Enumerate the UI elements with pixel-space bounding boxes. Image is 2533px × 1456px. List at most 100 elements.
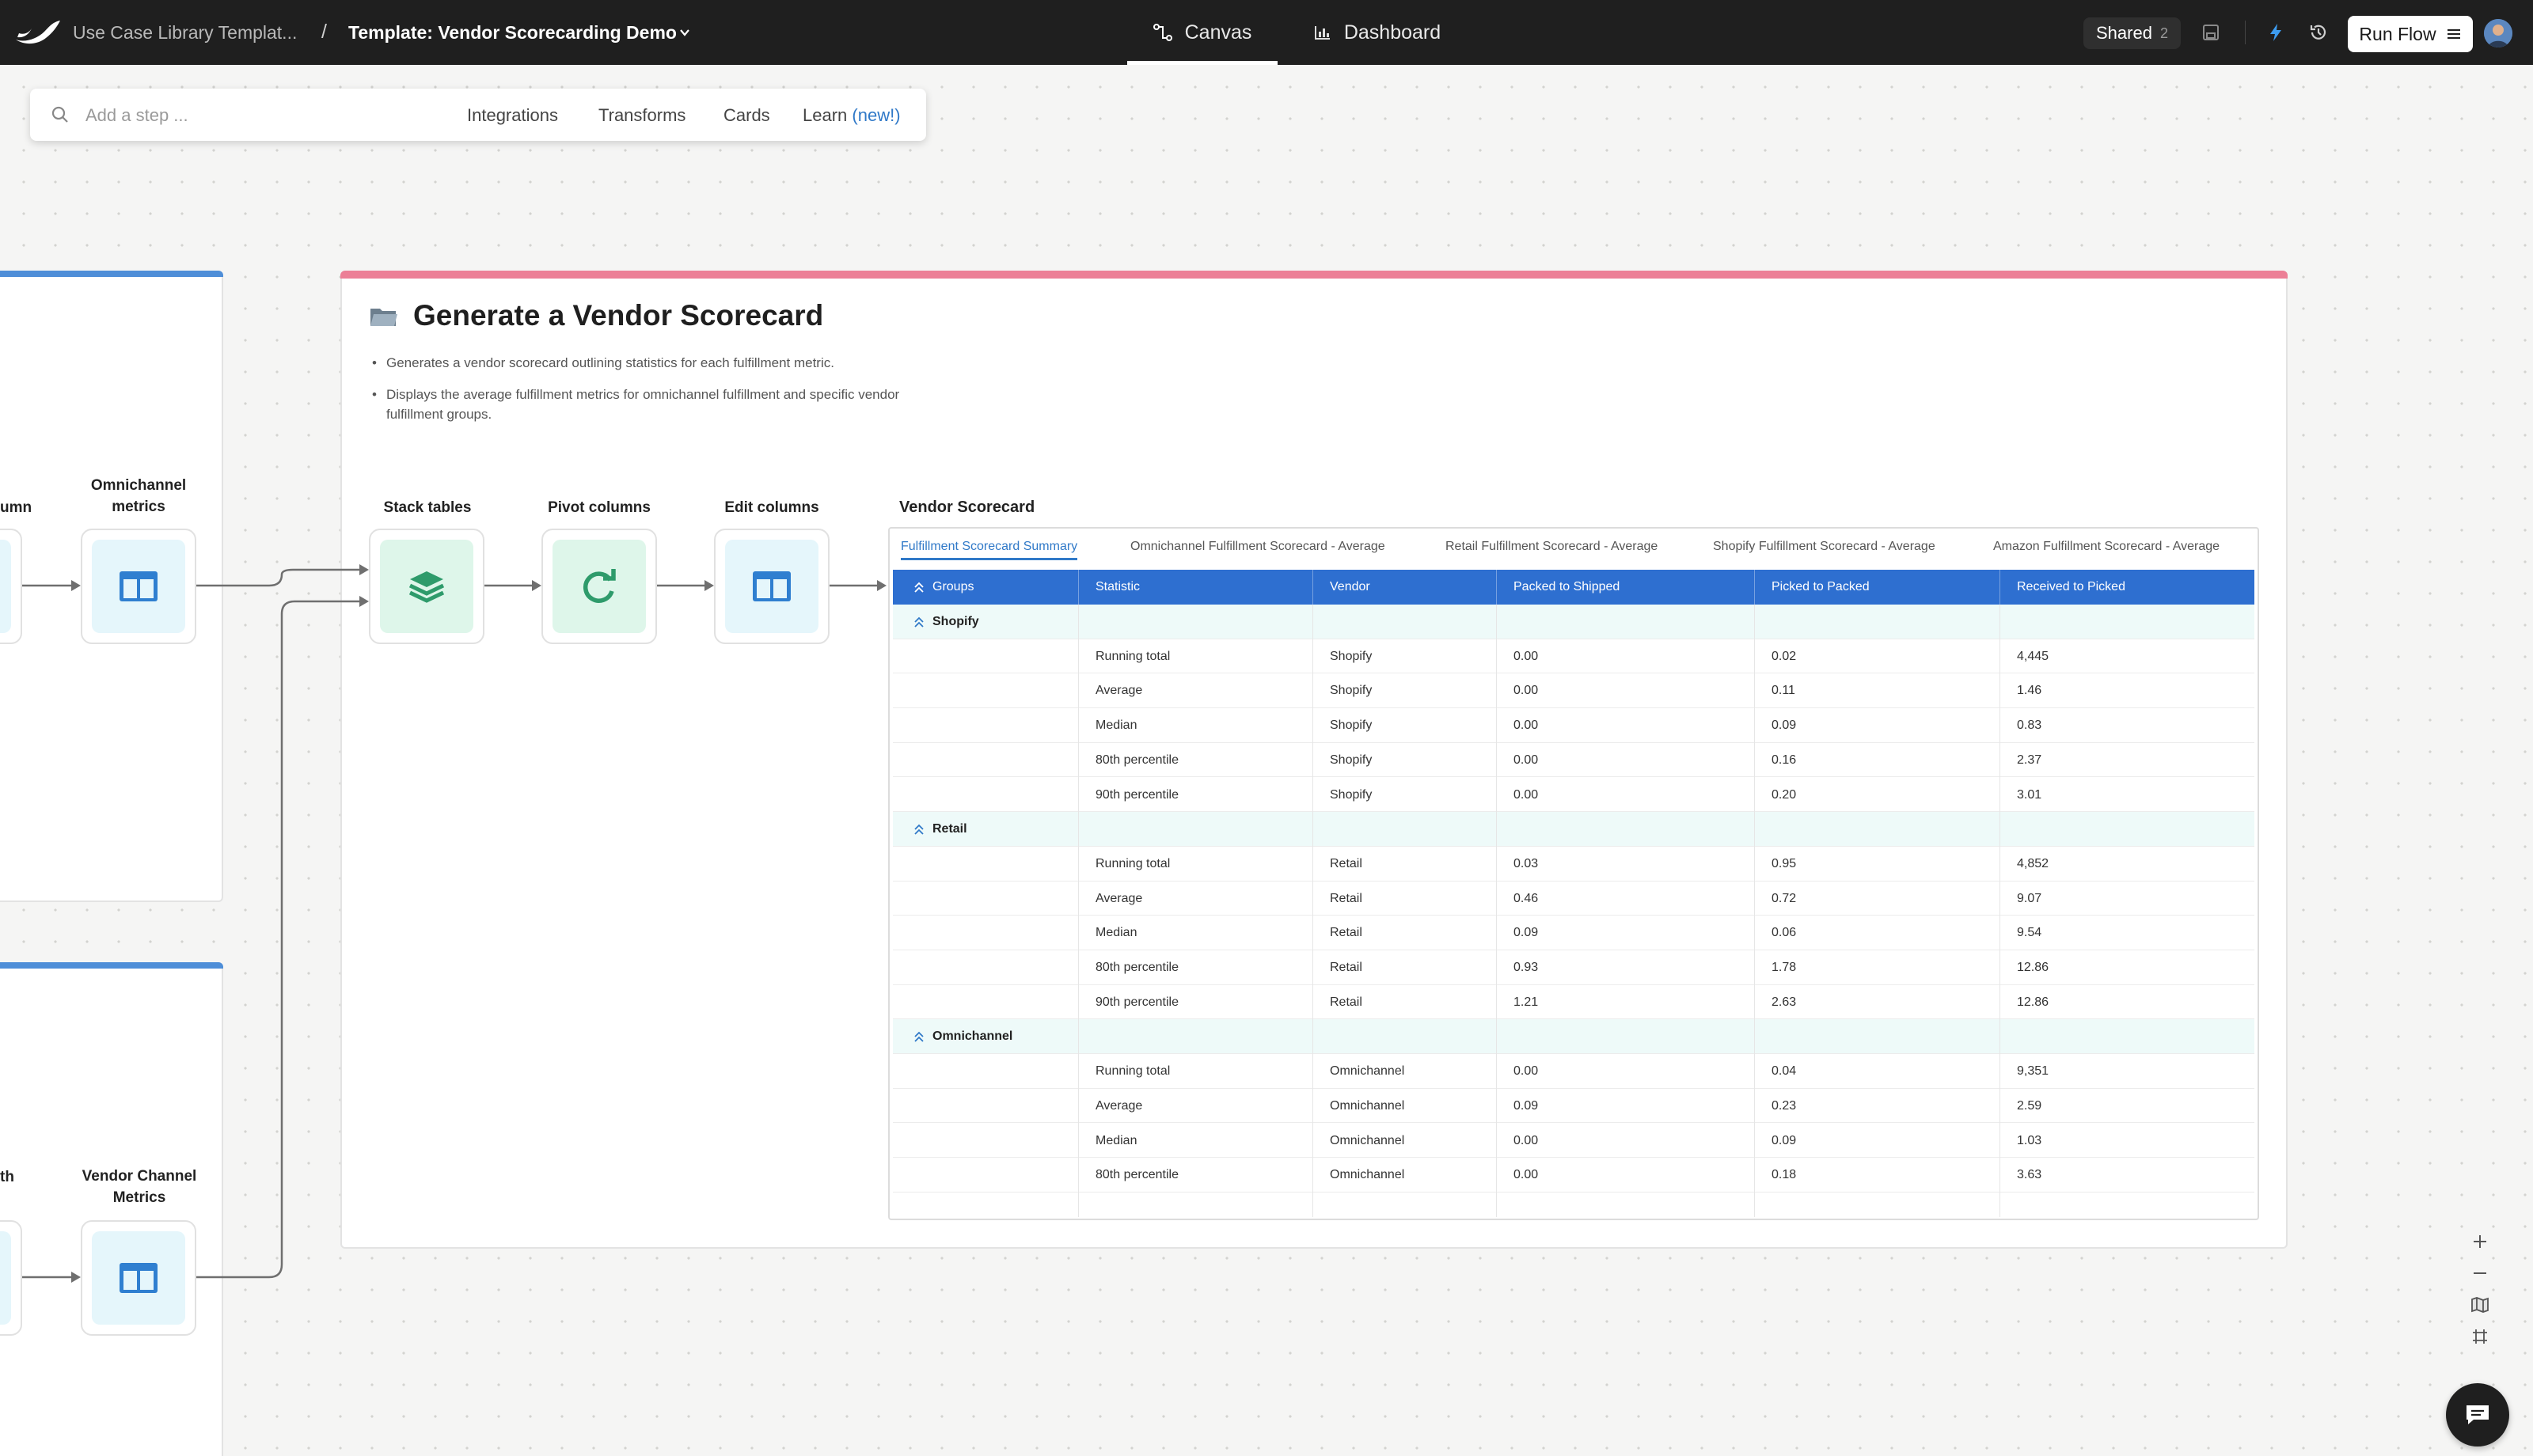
column-divider <box>1496 605 1497 1217</box>
table-row[interactable]: Median Omnichannel 0.00 0.09 1.03 <box>893 1124 2254 1158</box>
table-row[interactable]: 80th percentile Omnichannel 0.00 0.18 3.63 <box>893 1158 2254 1192</box>
table-cell: 9,351 <box>2017 1064 2049 1079</box>
table-row[interactable]: 90th percentile Retail 1.21 2.63 12.86 <box>893 985 2254 1020</box>
table-cell: 90th percentile <box>1096 995 1179 1009</box>
table-row[interactable]: Median Shopify 0.00 0.09 0.83 <box>893 708 2254 743</box>
refresh-icon <box>583 569 616 603</box>
layers-icon <box>408 571 445 603</box>
node-label-partial-bottom: th <box>0 1169 14 1185</box>
table-cell: 0.09 <box>1772 1133 1797 1147</box>
table-row[interactable]: Running total Shopify 0.00 0.02 4,445 <box>893 639 2254 674</box>
table-cell: Omnichannel <box>1330 1098 1405 1113</box>
chat-icon <box>2467 1405 2489 1424</box>
table-row[interactable]: 80th percentile Retail 0.93 1.78 12.86 <box>893 950 2254 985</box>
table-row[interactable]: Average Shopify 0.00 0.11 1.46 <box>893 673 2254 709</box>
table-cell: 1.78 <box>1772 961 1797 974</box>
column-header-packed-to-shipped[interactable]: Packed to Shipped <box>1513 570 1620 605</box>
node-vendor-channel-metrics[interactable] <box>81 1220 196 1336</box>
table-cell: 0.00 <box>1513 753 1539 767</box>
table-cell: Running total <box>1096 856 1171 870</box>
table-cell: Average <box>1096 891 1143 905</box>
table-row[interactable]: Median Retail 0.09 0.06 9.54 <box>893 916 2254 950</box>
table-cell: 3.63 <box>2017 1168 2042 1182</box>
table-cell: 2.63 <box>1772 995 1797 1009</box>
sort-icon[interactable] <box>913 581 925 593</box>
column-header-groups[interactable]: Groups <box>932 570 974 605</box>
node-label-vendor-channel: Vendor Channel Metrics <box>82 1168 197 1206</box>
table-cell: Retail <box>1330 926 1362 940</box>
minimap-button[interactable] <box>2459 1290 2501 1320</box>
tab-omnichannel-average[interactable]: Omnichannel Fulfillment Scorecard - Aver… <box>1130 540 1385 554</box>
table-cell: 2.37 <box>2017 753 2042 767</box>
table-cell: Running total <box>1096 1064 1171 1079</box>
collapse-group-icon[interactable] <box>913 1030 925 1043</box>
node-label-edit-columns: Edit columns <box>724 499 819 516</box>
table-cell: 0.04 <box>1772 1064 1797 1079</box>
table-cell: Running total <box>1096 649 1171 663</box>
table-cell: 0.16 <box>1772 753 1797 767</box>
table-cell: 0.23 <box>1772 1098 1797 1113</box>
group-row[interactable]: Retail <box>893 812 2254 847</box>
table-cell: 0.02 <box>1772 649 1797 663</box>
column-header-picked-to-packed[interactable]: Picked to Packed <box>1772 570 1870 605</box>
table-row[interactable]: 90th percentile Shopify 0.00 0.20 3.01 <box>893 778 2254 813</box>
table-cell: Retail <box>1330 891 1362 905</box>
table-cell: Median <box>1096 926 1137 940</box>
table-cell: 0.09 <box>1513 1098 1539 1113</box>
vendor-scorecard-table[interactable]: Fulfillment Scorecard Summary Omnichanne… <box>888 527 2259 1220</box>
collapse-group-icon[interactable] <box>913 616 925 628</box>
group-row[interactable]: Shopify <box>893 605 2254 639</box>
tab-amazon-average[interactable]: Amazon Fulfillment Scorecard - Average <box>1993 540 2220 554</box>
table-cell: 0.09 <box>1772 719 1797 733</box>
tab-retail-average[interactable]: Retail Fulfillment Scorecard - Average <box>1445 540 1658 554</box>
tab-shopify-average[interactable]: Shopify Fulfillment Scorecard - Average <box>1713 540 1935 554</box>
node-label-partial-top: umn <box>0 499 32 516</box>
table-cell: Average <box>1096 684 1143 698</box>
node-partial-bottom[interactable] <box>0 1220 22 1336</box>
table-cell: 12.86 <box>2017 961 2049 974</box>
column-header-vendor[interactable]: Vendor <box>1330 570 1370 605</box>
table-cell: 0.93 <box>1513 961 1539 974</box>
table-cell: Retail <box>1330 961 1362 974</box>
column-header-statistic[interactable]: Statistic <box>1096 570 1140 605</box>
table-cell: 4,445 <box>2017 649 2049 663</box>
table-cell: 1.21 <box>1513 995 1539 1009</box>
table-cell: 0.00 <box>1513 1064 1539 1079</box>
table-row[interactable]: Running total Omnichannel 0.00 0.04 9,351 <box>893 1054 2254 1089</box>
column-divider <box>1078 605 1079 1217</box>
column-divider <box>1754 605 1755 1217</box>
table-cell: Shopify <box>1330 753 1373 767</box>
node-label-stack-tables: Stack tables <box>383 499 472 516</box>
table-cell: 90th percentile <box>1096 787 1179 802</box>
chat-button[interactable] <box>2446 1383 2509 1447</box>
node-edit-columns[interactable] <box>714 529 830 644</box>
table-cell: Retail <box>1330 856 1362 870</box>
table-cell: Shopify <box>1330 787 1373 802</box>
columns-icon <box>753 571 791 601</box>
table-cell: Shopify <box>1330 649 1373 663</box>
group-name: Shopify <box>932 615 979 628</box>
group-row[interactable]: Omnichannel <box>893 1019 2254 1055</box>
column-header-received-to-picked[interactable]: Received to Picked <box>2017 570 2125 605</box>
zoom-in-button[interactable] <box>2459 1227 2501 1257</box>
table-body: Shopify Running total Shopify 0.00 0.02 4,445… <box>893 605 2254 1217</box>
node-partial-top[interactable] <box>0 529 22 644</box>
table-row[interactable]: Average Retail 0.46 0.72 9.07 <box>893 882 2254 916</box>
table-cell: 0.18 <box>1772 1168 1797 1182</box>
table-cell: 0.00 <box>1513 719 1539 733</box>
zoom-controls <box>2459 1227 2501 1356</box>
node-omnichannel-metrics[interactable] <box>81 529 196 644</box>
table-cell: 0.09 <box>1513 926 1539 940</box>
fit-view-button[interactable] <box>2459 1321 2501 1352</box>
table-cell: Shopify <box>1330 719 1373 733</box>
table-row[interactable]: 80th percentile Shopify 0.00 0.16 2.37 <box>893 743 2254 778</box>
collapse-group-icon[interactable] <box>913 823 925 836</box>
columns-icon <box>120 1263 158 1293</box>
table-row[interactable]: Average Omnichannel 0.09 0.23 2.59 <box>893 1089 2254 1124</box>
zoom-out-button[interactable] <box>2459 1258 2501 1288</box>
node-stack-tables[interactable] <box>369 529 484 644</box>
column-divider <box>1312 605 1313 1217</box>
table-row[interactable]: Running total Retail 0.03 0.95 4,852 <box>893 847 2254 882</box>
node-pivot-columns[interactable] <box>541 529 657 644</box>
tab-fulfillment-summary[interactable]: Fulfillment Scorecard Summary <box>901 540 1078 560</box>
